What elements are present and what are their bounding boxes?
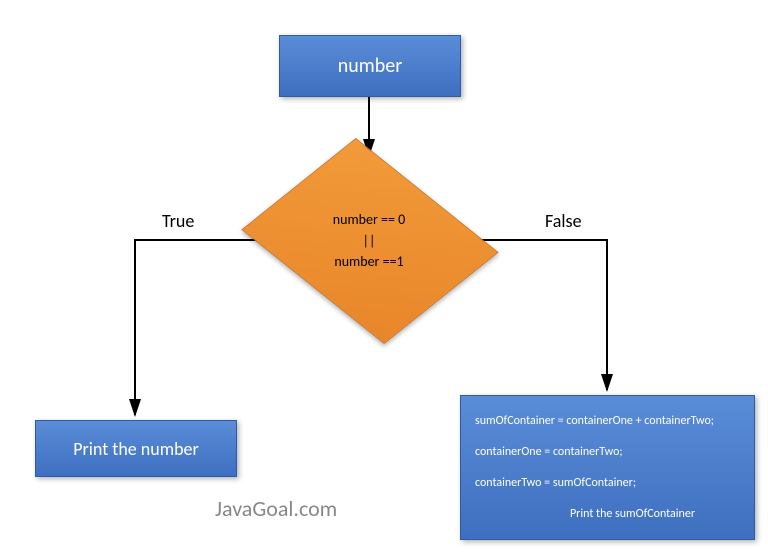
false-line1: sumOfContainer = containerOne + containe… [475,414,740,428]
decision-node: number == 0 || number ==1 [269,160,469,320]
true-branch-text: Print the number [73,438,199,460]
false-line3: containerTwo = sumOfContainer; [475,476,740,490]
false-line4: Print the sumOfContainer [475,507,740,521]
watermark-text: JavaGoal.com [215,495,337,522]
edge-label-false: False [545,210,582,232]
decision-line2: || [363,230,376,251]
start-label: number [338,54,402,78]
decision-line1: number == 0 [333,209,405,230]
false-branch-node: sumOfContainer = containerOne + containe… [460,395,755,540]
edge-label-true: True [162,210,194,232]
true-branch-node: Print the number [35,420,237,477]
decision-line3: number ==1 [334,251,403,272]
start-node: number [279,35,461,97]
decision-text: number == 0 || number ==1 [269,160,469,320]
false-line2: containerOne = containerTwo; [475,445,740,459]
